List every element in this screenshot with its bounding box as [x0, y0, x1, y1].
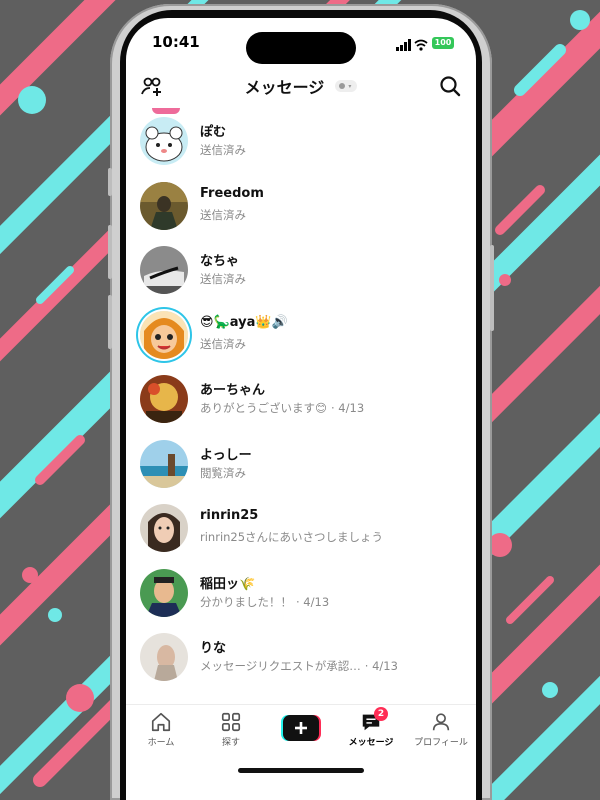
tab-label: メッセージ — [348, 738, 394, 748]
conversation-name: あーちゃん — [200, 383, 266, 398]
avatar[interactable] — [140, 633, 188, 681]
preview-text: ありがとうございます😊 — [200, 401, 327, 415]
conversation-row[interactable]: 稲田ッ🌾 分かりました！！ · 4/13 — [126, 562, 476, 627]
side-button-volume-up — [108, 225, 112, 279]
conversation-preview: ありがとうございます😊 · 4/13 — [200, 400, 364, 416]
status-time: 10:41 — [152, 33, 200, 51]
tab-discover[interactable]: 探す — [196, 711, 266, 748]
preview-text: 送信済み — [200, 207, 246, 222]
preview-text: 閲覧済み — [200, 465, 246, 480]
preview-text: 分かりました！！ — [200, 594, 292, 609]
signal-wifi-icon — [396, 39, 428, 51]
avatar[interactable] — [140, 504, 188, 552]
home-icon — [151, 712, 171, 732]
bottom-tab-bar: ホーム 探す 2 メッセージ プロフィール — [126, 704, 476, 761]
avatar[interactable] — [140, 439, 188, 488]
conversation-row[interactable]: よっしー 閲覧済み — [126, 433, 476, 498]
conversation-name: 稲田ッ🌾 — [200, 576, 256, 592]
phone-screen: 10:41 100 メッセージ ▾ ぽむ 送信済み Freedom 送信済み な… — [126, 18, 476, 800]
conversation-row[interactable]: Freedom 送信済み — [126, 175, 476, 240]
avatar[interactable] — [140, 181, 188, 230]
tab-label: プロフィール — [414, 738, 468, 748]
conversation-row[interactable]: ぽむ 送信済み — [126, 110, 476, 175]
avatar[interactable] — [140, 568, 188, 617]
conversation-row[interactable]: あーちゃん ありがとうございます😊 · 4/13 — [126, 368, 476, 433]
preview-text: メッセージリクエストが承認… — [200, 659, 361, 673]
conversation-name: よっしー — [200, 447, 252, 463]
avatar[interactable] — [140, 375, 188, 423]
dynamic-island — [246, 32, 356, 64]
page-title: メッセージ — [244, 78, 325, 97]
conversation-row[interactable]: りな メッセージリクエストが承認… · 4/13 — [126, 626, 476, 691]
preview-text: 送信済み — [200, 272, 246, 286]
conversation-preview: 閲覧済み — [200, 465, 246, 481]
conversation-preview: 送信済み — [200, 142, 246, 158]
side-button-volume-down — [108, 295, 112, 349]
preview-text: rinrin25さんにあいさつしましょう — [200, 530, 384, 544]
avatar[interactable] — [140, 246, 188, 294]
conversation-row[interactable]: 😎🦕aya👑🔊 送信済み — [126, 304, 476, 369]
conversation-preview: 送信済み — [200, 336, 246, 352]
preview-text: 送信済み — [200, 336, 246, 351]
online-status-toggle[interactable]: ▾ — [335, 80, 358, 92]
side-button-action — [108, 168, 112, 196]
tab-label: ホーム — [147, 738, 175, 748]
conversation-preview: 送信済み — [200, 207, 246, 223]
create-plus-icon[interactable] — [281, 715, 321, 741]
conversation-name: 😎🦕aya👑🔊 — [200, 314, 288, 330]
conversation-row[interactable]: rinrin25 rinrin25さんにあいさつしましょう — [126, 497, 476, 562]
conversation-name: Freedom — [200, 185, 264, 201]
conversation-name: rinrin25 — [200, 508, 259, 523]
profile-icon — [432, 713, 450, 731]
status-bar: 10:41 100 — [126, 18, 476, 64]
tab-messages[interactable]: 2 メッセージ — [336, 707, 406, 748]
conversation-row[interactable]: なちゃ 送信済み — [126, 239, 476, 304]
conversation-date: · 4/13 — [296, 594, 330, 609]
preview-text: 送信済み — [200, 143, 246, 157]
home-indicator[interactable] — [238, 768, 364, 773]
status-dot-icon — [339, 83, 346, 89]
header-bar: メッセージ ▾ — [126, 68, 476, 106]
avatar[interactable] — [140, 117, 188, 165]
tab-home[interactable]: ホーム — [126, 711, 196, 748]
search-icon[interactable] — [438, 74, 462, 98]
tab-label: 探す — [221, 738, 240, 748]
conversation-preview: rinrin25さんにあいさつしましょう — [200, 529, 383, 545]
conversation-name: りな — [200, 641, 227, 656]
side-button-power — [490, 245, 494, 331]
tab-profile[interactable]: プロフィール — [406, 711, 476, 748]
header-title-group: メッセージ ▾ — [126, 74, 476, 98]
battery-indicator: 100 — [432, 37, 454, 49]
conversation-name: ぽむ — [200, 125, 227, 140]
conversation-preview: メッセージリクエストが承認… · 4/13 — [200, 658, 398, 674]
avatar-with-story-ring[interactable] — [140, 310, 188, 359]
unread-badge: 2 — [374, 707, 388, 721]
conversation-list: ぽむ 送信済み Freedom 送信済み なちゃ 送信済み 😎🦕aya👑🔊 送信… — [126, 110, 476, 691]
conversation-preview: 送信済み — [200, 271, 246, 287]
conversation-preview: 分かりました！！ · 4/13 — [200, 594, 329, 610]
conversation-name: なちゃ — [200, 254, 240, 269]
conversation-date: · 4/13 — [331, 401, 365, 415]
discover-icon — [221, 712, 241, 732]
status-caret: ▾ — [348, 83, 352, 90]
conversation-date: · 4/13 — [364, 659, 398, 673]
